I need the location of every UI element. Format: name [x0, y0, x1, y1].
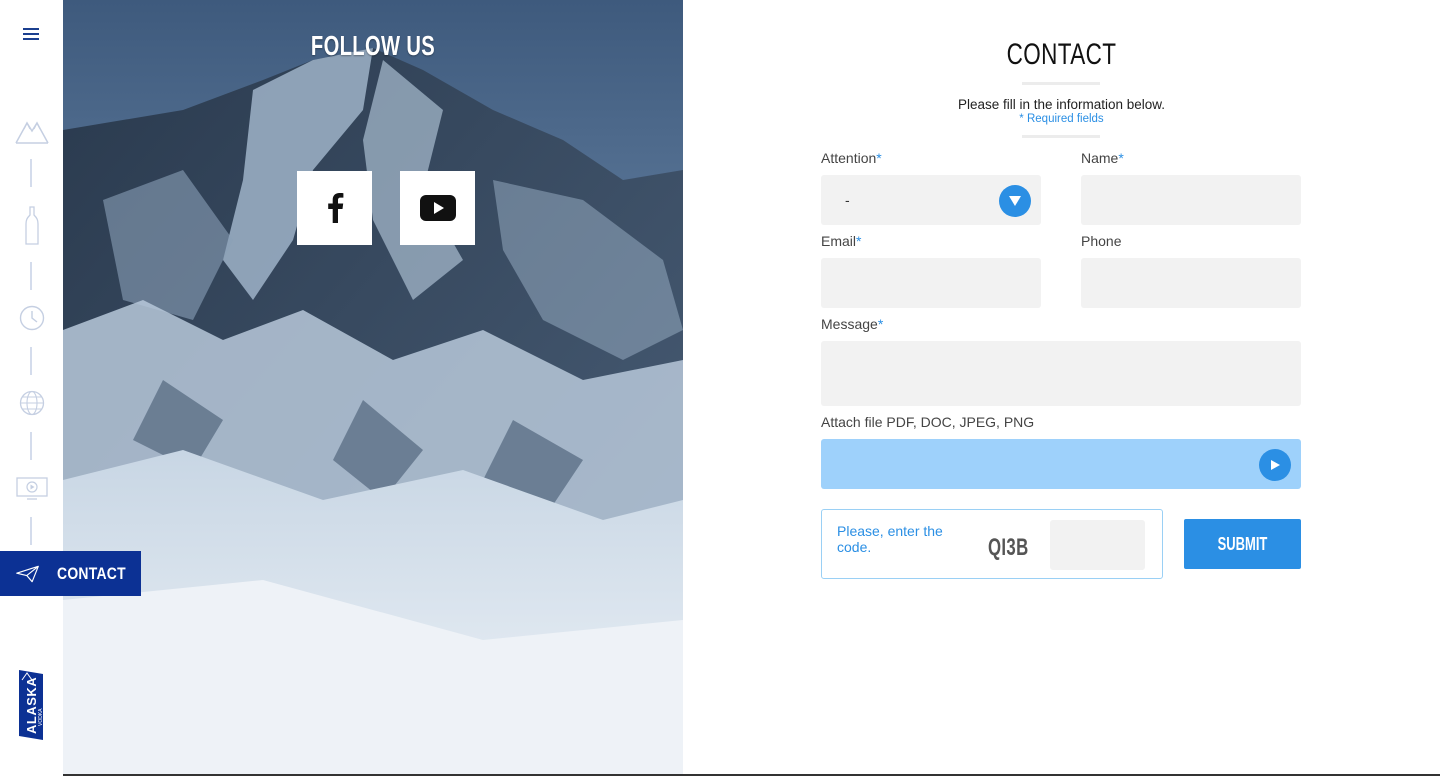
attention-value: -: [845, 192, 850, 208]
play-icon: [1259, 449, 1291, 481]
captcha-input[interactable]: [1050, 520, 1145, 570]
brand-logo[interactable]: ALASKA VODKA: [16, 668, 46, 742]
youtube-button[interactable]: [400, 171, 475, 245]
clock-icon[interactable]: [15, 303, 49, 333]
required-note: * Required fields: [1019, 113, 1104, 125]
intro-divider: [1022, 135, 1100, 138]
nav-divider: [30, 159, 32, 187]
hero-panel: FOLLOW US: [63, 0, 683, 776]
form-intro: Please fill in the information below.: [957, 97, 1166, 112]
logo-subtext: VODKA: [38, 708, 44, 726]
contact-form: CONTACT Please fill in the information b…: [683, 0, 1440, 776]
logo-text: ALASKA: [24, 677, 39, 734]
page-title: CONTACT: [1006, 38, 1117, 71]
attach-file-button[interactable]: [821, 439, 1301, 489]
phone-label: Phone: [1081, 233, 1122, 249]
video-icon[interactable]: [15, 473, 49, 503]
attention-label: Attention*: [821, 150, 882, 166]
sidebar: ALASKA VODKA: [0, 0, 63, 776]
nav-divider: [30, 262, 32, 290]
captcha-code: QI3B: [988, 534, 1029, 561]
submit-button[interactable]: SUBMIT: [1184, 519, 1301, 569]
nav-item-contact[interactable]: CONTACT: [0, 551, 141, 596]
facebook-button[interactable]: [297, 171, 372, 245]
email-field[interactable]: [821, 258, 1041, 308]
nav-divider: [30, 347, 32, 375]
bottle-icon[interactable]: [15, 206, 49, 246]
phone-field[interactable]: [1081, 258, 1301, 308]
title-divider: [1022, 82, 1100, 85]
paper-plane-icon: [16, 565, 39, 582]
message-label: Message*: [821, 316, 884, 332]
attach-label: Attach file PDF, DOC, JPEG, PNG: [821, 414, 1035, 430]
globe-icon[interactable]: [15, 388, 49, 418]
chevron-down-icon[interactable]: [999, 185, 1031, 217]
youtube-icon: [419, 195, 456, 221]
captcha-prompt: Please, enter the code.: [837, 523, 943, 555]
facebook-icon: [327, 193, 343, 223]
nav-divider: [30, 432, 32, 460]
message-field[interactable]: [821, 341, 1301, 406]
name-label: Name*: [1081, 150, 1124, 166]
email-label: Email*: [821, 233, 862, 249]
mountain-icon[interactable]: [15, 116, 49, 146]
hamburger-icon[interactable]: [23, 28, 39, 42]
name-field[interactable]: [1081, 175, 1301, 225]
nav-divider: [30, 517, 32, 545]
follow-us-title: FOLLOW US: [310, 30, 436, 61]
mountain-background: [63, 0, 683, 776]
nav-item-contact-label: CONTACT: [57, 563, 126, 583]
submit-label: SUBMIT: [1217, 533, 1268, 554]
captcha-box: Please, enter the code. QI3B: [821, 509, 1163, 579]
attention-select[interactable]: -: [821, 175, 1041, 225]
